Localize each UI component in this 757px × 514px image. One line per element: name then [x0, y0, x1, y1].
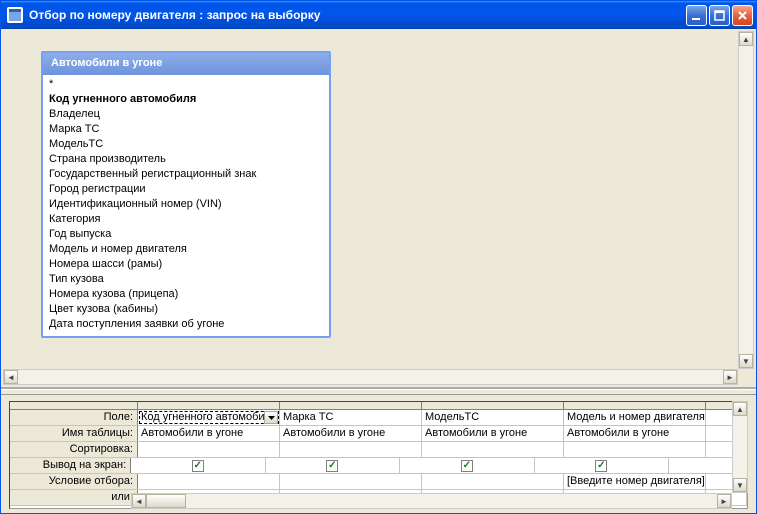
field-item-pk[interactable]: Код угненного автомобиля — [47, 92, 329, 107]
field-list: * Код угненного автомобиля Владелец Марк… — [43, 75, 329, 336]
table-fieldlist[interactable]: Автомобили в угоне * Код угненного автом… — [41, 51, 331, 338]
qbe-pane: Поле: Код угненного автомобиля Марка ТС … — [1, 395, 756, 513]
vertical-scrollbar[interactable]: ▲ ▼ — [738, 31, 754, 369]
checkbox-checked-icon[interactable] — [461, 460, 473, 472]
app-icon — [7, 7, 23, 23]
scroll-right-button[interactable]: ► — [723, 370, 737, 384]
field-item[interactable]: Идентификационный номер (VIN) — [47, 197, 329, 212]
qbe-show-cell[interactable] — [131, 458, 265, 473]
maximize-button[interactable] — [709, 5, 730, 26]
field-item[interactable]: Модель и номер двигателя — [47, 242, 329, 257]
scroll-track[interactable] — [739, 46, 753, 354]
horizontal-scrollbar[interactable]: ◄ ► — [3, 369, 738, 385]
window-controls — [686, 5, 753, 26]
field-item[interactable]: Дата поступления заявки об угоне — [47, 317, 329, 332]
qbe-column-selector[interactable] — [422, 402, 564, 409]
checkbox-checked-icon[interactable] — [192, 460, 204, 472]
field-item[interactable]: МодельТС — [47, 137, 329, 152]
qbe-row-table: Имя таблицы: Автомобили в угоне Автомоби… — [10, 426, 747, 442]
horizontal-scrollbar[interactable]: ◄ ► — [131, 493, 732, 509]
qbe-table-cell[interactable]: Автомобили в угоне — [564, 426, 706, 441]
scroll-thumb[interactable] — [146, 494, 186, 508]
tables-pane[interactable]: Автомобили в угоне * Код угненного автом… — [1, 29, 756, 389]
qbe-table-cell[interactable]: Автомобили в угоне — [138, 426, 280, 441]
field-item[interactable]: Владелец — [47, 107, 329, 122]
field-item[interactable]: Тип кузова — [47, 272, 329, 287]
qbe-sort-cell[interactable] — [280, 442, 422, 457]
qbe-column-selector[interactable] — [138, 402, 280, 409]
titlebar[interactable]: Отбор по номеру двигателя : запрос на вы… — [1, 1, 756, 29]
qbe-row-criteria: Условие отбора: [Введите номер двигателя… — [10, 474, 747, 490]
scroll-up-button[interactable]: ▲ — [739, 32, 753, 46]
scroll-track[interactable] — [733, 416, 747, 478]
qbe-show-cell[interactable] — [535, 458, 669, 473]
qbe-criteria-cell[interactable] — [422, 474, 564, 489]
table-fieldlist-title[interactable]: Автомобили в угоне — [43, 53, 329, 75]
qbe-sort-cell[interactable] — [564, 442, 706, 457]
scroll-left-button[interactable]: ◄ — [132, 494, 146, 508]
qbe-row-show: Вывод на экран: — [10, 458, 747, 474]
scroll-track[interactable] — [146, 494, 717, 508]
vertical-scrollbar[interactable]: ▲ ▼ — [732, 401, 748, 493]
field-item[interactable]: Номера кузова (прицепа) — [47, 287, 329, 302]
minimize-button[interactable] — [686, 5, 707, 26]
field-item[interactable]: Цвет кузова (кабины) — [47, 302, 329, 317]
scroll-down-button[interactable]: ▼ — [733, 478, 747, 492]
close-button[interactable] — [732, 5, 753, 26]
qbe-table-cell[interactable]: Автомобили в угоне — [280, 426, 422, 441]
field-item[interactable]: Номера шасси (рамы) — [47, 257, 329, 272]
scroll-track[interactable] — [18, 370, 723, 384]
qbe-field-cell[interactable]: Код угненного автомобиля — [138, 410, 280, 425]
field-item[interactable]: Государственный регистрационный знак — [47, 167, 329, 182]
qbe-label-sort: Сортировка: — [10, 442, 138, 457]
qbe-show-cell[interactable] — [266, 458, 400, 473]
qbe-label-field: Поле: — [10, 410, 138, 425]
window-title: Отбор по номеру двигателя : запрос на вы… — [29, 8, 686, 22]
field-item[interactable]: Город регистрации — [47, 182, 329, 197]
qbe-label-or: или: — [10, 490, 138, 505]
qbe-column-headers — [10, 402, 747, 410]
scroll-up-button[interactable]: ▲ — [733, 402, 747, 416]
qbe-column-selector[interactable] — [280, 402, 422, 409]
qbe-row-sort: Сортировка: — [10, 442, 747, 458]
query-design-window: Отбор по номеру двигателя : запрос на вы… — [0, 0, 757, 514]
qbe-criteria-cell[interactable] — [138, 474, 280, 489]
qbe-sort-cell[interactable] — [138, 442, 280, 457]
field-item[interactable]: Марка ТС — [47, 122, 329, 137]
qbe-criteria-cell[interactable]: [Введите номер двигателя] — [564, 474, 706, 489]
qbe-label-table: Имя таблицы: — [10, 426, 138, 441]
scroll-down-button[interactable]: ▼ — [739, 354, 753, 368]
qbe-sort-cell[interactable] — [422, 442, 564, 457]
dropdown-icon[interactable] — [264, 411, 278, 424]
qbe-field-cell[interactable]: Модель и номер двигателя — [564, 410, 706, 425]
qbe-field-cell[interactable]: Марка ТС — [280, 410, 422, 425]
qbe-field-cell[interactable]: МодельТС — [422, 410, 564, 425]
qbe-criteria-cell[interactable] — [280, 474, 422, 489]
qbe-table-cell[interactable]: Автомобили в угоне — [422, 426, 564, 441]
qbe-column-selector[interactable] — [564, 402, 706, 409]
field-item[interactable]: Год выпуска — [47, 227, 329, 242]
qbe-label-criteria: Условие отбора: — [10, 474, 138, 489]
scroll-left-button[interactable]: ◄ — [4, 370, 18, 384]
field-item-star[interactable]: * — [47, 77, 329, 92]
qbe-row-field: Поле: Код угненного автомобиля Марка ТС … — [10, 410, 747, 426]
field-item[interactable]: Страна производитель — [47, 152, 329, 167]
qbe-label-show: Вывод на экран: — [10, 458, 131, 473]
checkbox-checked-icon[interactable] — [595, 460, 607, 472]
checkbox-checked-icon[interactable] — [326, 460, 338, 472]
scroll-right-button[interactable]: ► — [717, 494, 731, 508]
qbe-show-cell[interactable] — [400, 458, 534, 473]
field-item[interactable]: Категория — [47, 212, 329, 227]
